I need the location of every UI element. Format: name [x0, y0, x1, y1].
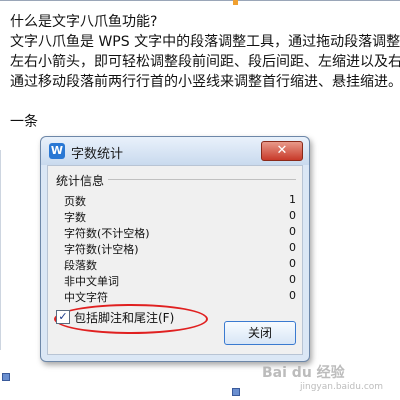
document-top-border — [0, 0, 400, 4]
stat-label: 字数 — [64, 211, 86, 224]
document-line: 什么是文字八爪鱼功能? — [10, 14, 158, 30]
document-body[interactable]: 什么是文字八爪鱼功能? 文字八爪鱼是 WPS 文字中的段落调整工具，通过拖动段落… — [10, 12, 400, 132]
stat-label: 非中文单词 — [64, 275, 119, 288]
stat-value: 0 — [289, 209, 296, 222]
watermark: Bai du 经验 — [262, 365, 345, 381]
dialog-titlebar[interactable]: W 字数统计 ✕ — [41, 137, 309, 165]
stat-row-non-chinese-words: 非中文单词 0 — [64, 272, 296, 288]
word-count-dialog: W 字数统计 ✕ 统计信息 页数 1 字数 0 字符数(不计空格) 0 字符数(… — [40, 136, 310, 362]
statistics-list: 页数 1 字数 0 字符数(不计空格) 0 字符数(计空格) 0 段落数 0 非… — [64, 192, 296, 304]
dialog-title: 字数统计 — [71, 147, 124, 162]
stat-label: 字符数(不计空格) — [64, 227, 150, 240]
stat-value: 0 — [289, 273, 296, 286]
stat-value: 1 — [289, 193, 296, 206]
stat-row-words: 字数 0 — [64, 208, 296, 224]
page-left-margin-line — [0, 150, 1, 350]
close-icon[interactable]: ✕ — [261, 141, 303, 161]
document-line: 左右小箭头，即可轻松调整段前间距、段后间距、左缩进以及右 — [10, 54, 400, 70]
stat-row-chinese-chars: 中文字符 0 — [64, 288, 296, 304]
dialog-body: 统计信息 页数 1 字数 0 字符数(不计空格) 0 字符数(计空格) 0 段落… — [47, 165, 303, 355]
stat-label: 页数 — [64, 195, 86, 208]
wps-app-icon: W — [49, 143, 65, 159]
include-footnotes-checkbox[interactable]: ✓ — [56, 310, 70, 324]
stat-row-paragraphs: 段落数 0 — [64, 256, 296, 272]
document-line: 通过移动段落前两行行首的小竖线来调整首行缩进、悬挂缩进。 — [10, 74, 400, 90]
stat-label: 字符数(计空格) — [64, 243, 139, 256]
stat-value: 0 — [289, 289, 296, 302]
stat-value: 0 — [289, 225, 296, 238]
document-blank-line — [10, 92, 400, 112]
stat-label: 段落数 — [64, 259, 97, 272]
document-line: 文字八爪鱼是 WPS 文字中的段落调整工具，通过拖动段落调整框 — [10, 34, 400, 50]
document-line: 一条 — [10, 114, 38, 130]
selection-handle[interactable] — [232, 388, 240, 396]
close-button[interactable]: 关闭 — [224, 321, 296, 345]
selection-handle[interactable] — [2, 373, 10, 381]
stat-value: 0 — [289, 257, 296, 270]
stat-row-chars-with-spaces: 字符数(计空格) 0 — [64, 240, 296, 256]
statistics-group-label: 统计信息 — [56, 174, 105, 188]
group-divider — [108, 179, 296, 180]
stat-row-chars-no-spaces: 字符数(不计空格) 0 — [64, 224, 296, 240]
stat-value: 0 — [289, 241, 296, 254]
stat-row-pages: 页数 1 — [64, 192, 296, 208]
watermark-url: jingyan.baidu.com — [300, 382, 384, 392]
ruler-marker[interactable] — [233, 0, 238, 5]
stat-label: 中文字符 — [64, 291, 108, 304]
include-footnotes-label[interactable]: 包括脚注和尾注(F) — [74, 309, 174, 326]
